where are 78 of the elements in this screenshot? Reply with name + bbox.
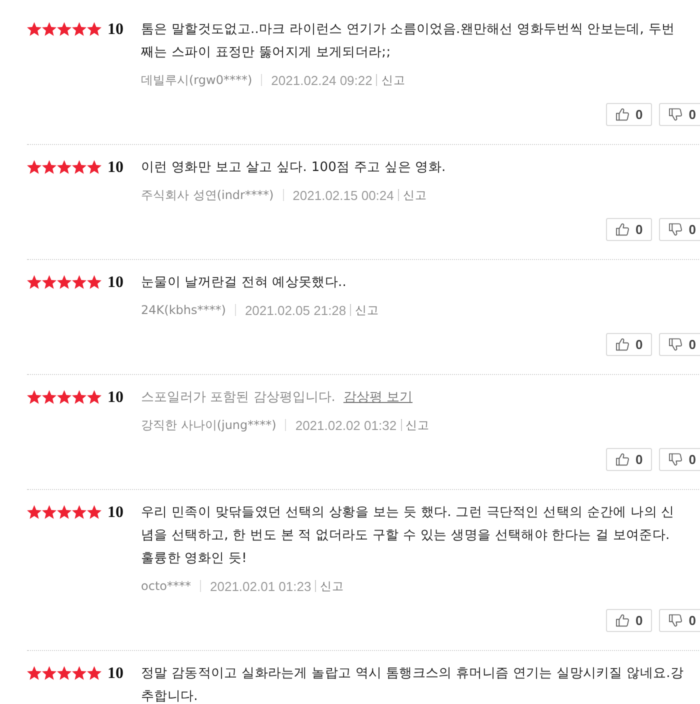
report-link[interactable]: 신고	[402, 188, 427, 202]
review-date: 2021.02.01 01:23	[210, 578, 312, 594]
star-icon	[87, 666, 102, 680]
thumbs-up-icon	[616, 614, 629, 627]
like-button[interactable]: 0	[606, 103, 652, 126]
report-link[interactable]: 신고	[355, 302, 380, 318]
review-date: 2021.02.05 21:28	[244, 302, 346, 318]
rating-score: 10	[108, 273, 124, 293]
thumbs-up-icon	[616, 223, 629, 236]
star-icon	[87, 160, 102, 174]
star-icon	[42, 505, 56, 519]
rating-score: 10	[108, 388, 124, 408]
star-icon	[27, 390, 42, 404]
star-icon	[87, 505, 102, 519]
star-icon	[27, 666, 42, 680]
star-icon	[72, 505, 86, 519]
star-icon	[42, 390, 56, 404]
star-icon	[42, 160, 56, 174]
thumbs-down-icon	[668, 453, 682, 466]
star-icon	[72, 666, 86, 680]
author-name: 24K(kbhs****)	[141, 303, 226, 317]
rating-score: 10	[108, 158, 124, 178]
review-text: 정말 감동적이고 실화라는게 놀랍고 역시 톰행크스의 휴머니즘 연기는 실망시키질 않네요.강추합니다.	[141, 665, 684, 704]
thumbs-up-icon	[616, 108, 629, 121]
star-icon	[27, 505, 42, 519]
dislike-button[interactable]: 0	[658, 448, 700, 471]
dislike-button[interactable]: 0	[658, 103, 700, 126]
review-date: 2021.02.02 01:32	[295, 418, 397, 432]
star-icon	[72, 275, 86, 289]
like-button[interactable]: 0	[606, 333, 652, 356]
rating-score: 10	[108, 664, 124, 684]
review-text: 우리 민족이 맞닦들였던 선택의 상황을 보는 듯 했다. 그런 극단적인 선택의 순간에 나의 신념을 선택하고, 한 번도 본 적 없더라도 구할 수 있는 생명을 선택해야 한다는 걸 보여준다. 훌륭한 영화인 듯!	[141, 504, 676, 568]
star-icon	[87, 22, 102, 36]
star-icon	[87, 275, 102, 289]
star-icon	[72, 22, 86, 36]
star-icon	[42, 666, 56, 680]
author-name: 데빌루시(rgw0****)	[141, 72, 252, 88]
report-link[interactable]: 신고	[320, 578, 344, 594]
dislike-button[interactable]: 0	[658, 609, 700, 632]
star-icon	[57, 275, 72, 289]
report-link[interactable]: 신고	[381, 72, 406, 88]
dislike-button[interactable]: 0	[658, 218, 700, 241]
star-icon	[57, 390, 72, 404]
thumbs-down-icon	[668, 223, 682, 236]
star-icon	[42, 22, 56, 36]
review-text: 톰은 말할것도없고..마크 라이런스 연기가 소름이었음.왠만해선 영화두번씩 안보는데, 두번째는 스파이 표정만 뚫어지게 보게되더라;;	[141, 21, 676, 62]
star-icon	[27, 275, 42, 289]
report-link[interactable]: 신고	[406, 418, 430, 432]
star-icon	[42, 275, 56, 289]
rating-score: 10	[108, 20, 124, 40]
review-date: 2021.02.24 09:22	[271, 72, 372, 88]
star-icon	[57, 22, 72, 36]
thumbs-up-icon	[616, 453, 629, 466]
thumbs-down-icon	[668, 338, 682, 351]
star-icon	[72, 160, 86, 174]
like-button[interactable]: 0	[606, 218, 652, 241]
like-button[interactable]: 0	[606, 448, 652, 471]
thumbs-down-icon	[668, 108, 682, 121]
spoiler-notice: 스포일러가 포함된 감상평입니다.	[141, 389, 336, 407]
review-text: 이런 영화만 보고 살고 싶다. 100점 주고 싶은 영화.	[141, 159, 447, 177]
dislike-button[interactable]: 0	[658, 333, 700, 356]
star-icon	[27, 160, 42, 174]
author-name: 강직한 사나이(jung****)	[141, 416, 276, 434]
show-review-link[interactable]: 감상평 보기	[343, 386, 413, 409]
star-icon	[57, 160, 72, 174]
like-button[interactable]: 0	[606, 609, 652, 632]
star-icon	[72, 390, 86, 404]
review-date: 2021.02.15 00:24	[292, 188, 394, 202]
thumbs-up-icon	[616, 338, 629, 351]
rating-score: 10	[108, 503, 124, 523]
star-icon	[57, 505, 72, 519]
star-icon	[87, 390, 102, 404]
author-name: octo****	[141, 579, 191, 593]
author-name: 주식회사 성연(indr****)	[141, 186, 274, 204]
star-icon	[57, 666, 72, 680]
star-icon	[27, 22, 42, 36]
review-text: 눈물이 날꺼란걸 전혀 예상못했다..	[141, 274, 348, 292]
thumbs-down-icon	[668, 614, 682, 627]
